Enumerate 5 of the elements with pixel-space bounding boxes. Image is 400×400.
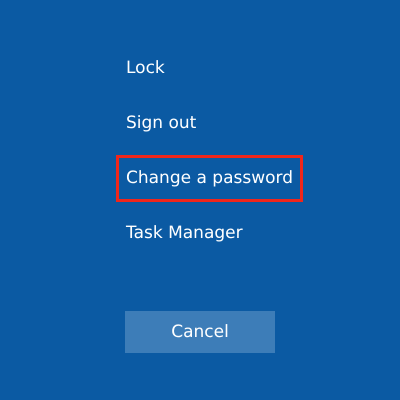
menu-option[interactable]: Sign out [116, 100, 206, 147]
menu-option[interactable]: Lock [116, 45, 175, 92]
cancel-button[interactable]: Cancel [125, 311, 275, 353]
menu-option[interactable]: Change a password [116, 155, 304, 202]
menu-option[interactable]: Task Manager [116, 210, 253, 257]
